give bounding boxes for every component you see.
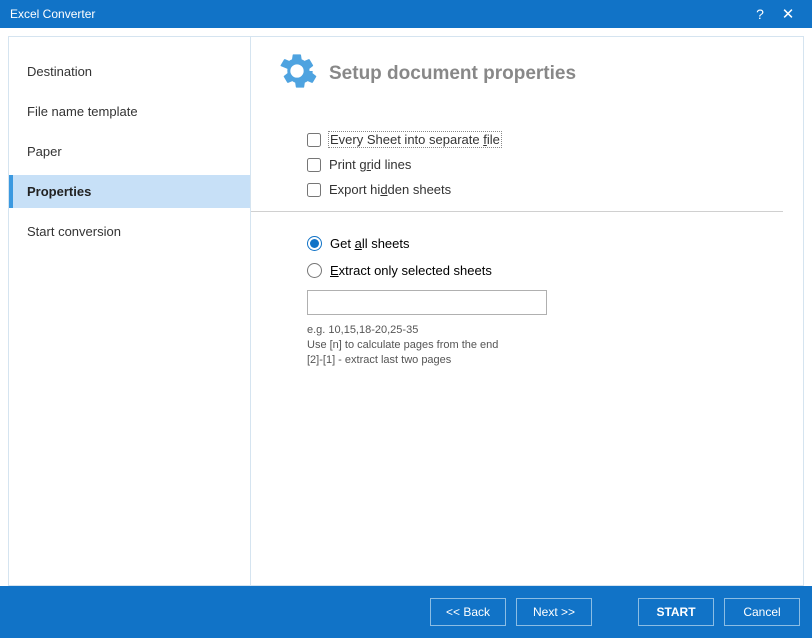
sidebar-item-start-conversion[interactable]: Start conversion bbox=[9, 215, 250, 248]
page-header: Setup document properties bbox=[277, 51, 783, 96]
radio-all-sheets[interactable] bbox=[307, 236, 322, 251]
sidebar-item-paper[interactable]: Paper bbox=[9, 135, 250, 168]
cancel-button[interactable]: Cancel bbox=[724, 598, 800, 626]
radio-row-selected-sheets: Extract only selected sheets bbox=[307, 263, 783, 278]
checkbox-label[interactable]: Every Sheet into separate file bbox=[329, 132, 501, 147]
radio-label[interactable]: Extract only selected sheets bbox=[330, 263, 492, 278]
range-input[interactable] bbox=[307, 290, 547, 315]
page-title: Setup document properties bbox=[329, 63, 576, 85]
checkbox-label[interactable]: Print grid lines bbox=[329, 157, 411, 172]
sidebar-item-label: File name template bbox=[27, 104, 138, 119]
radio-selected-sheets[interactable] bbox=[307, 263, 322, 278]
next-button[interactable]: Next >> bbox=[516, 598, 592, 626]
checkbox-label[interactable]: Export hidden sheets bbox=[329, 182, 451, 197]
checkbox-hidden-sheets[interactable] bbox=[307, 183, 321, 197]
radio-label[interactable]: Get all sheets bbox=[330, 236, 410, 251]
divider bbox=[251, 211, 783, 212]
sidebar: Destination File name template Paper Pro… bbox=[8, 36, 251, 586]
checkbox-row-grid-lines: Print grid lines bbox=[307, 157, 783, 172]
sidebar-item-file-name-template[interactable]: File name template bbox=[9, 95, 250, 128]
gear-icon bbox=[277, 51, 317, 96]
sidebar-item-properties[interactable]: Properties bbox=[9, 175, 250, 208]
footer: << Back Next >> START Cancel bbox=[0, 586, 812, 638]
app-title: Excel Converter bbox=[10, 7, 746, 21]
sidebar-item-label: Properties bbox=[27, 184, 91, 199]
titlebar: Excel Converter ? ✕ bbox=[0, 0, 812, 28]
checkbox-grid-lines[interactable] bbox=[307, 158, 321, 172]
help-icon[interactable]: ? bbox=[746, 6, 774, 22]
radio-row-all-sheets: Get all sheets bbox=[307, 236, 783, 251]
back-button[interactable]: << Back bbox=[430, 598, 506, 626]
start-button[interactable]: START bbox=[638, 598, 714, 626]
checkbox-row-hidden-sheets: Export hidden sheets bbox=[307, 182, 783, 197]
main-panel: Setup document properties Every Sheet in… bbox=[251, 36, 804, 586]
sidebar-item-label: Start conversion bbox=[27, 224, 121, 239]
sidebar-item-label: Destination bbox=[27, 64, 92, 79]
checkbox-separate-file[interactable] bbox=[307, 133, 321, 147]
checkbox-row-separate-file: Every Sheet into separate file bbox=[307, 132, 783, 147]
sidebar-item-destination[interactable]: Destination bbox=[9, 55, 250, 88]
close-icon[interactable]: ✕ bbox=[774, 5, 802, 23]
sidebar-item-label: Paper bbox=[27, 144, 62, 159]
hint-text: e.g. 10,15,18-20,25-35 Use [n] to calcul… bbox=[307, 323, 783, 368]
